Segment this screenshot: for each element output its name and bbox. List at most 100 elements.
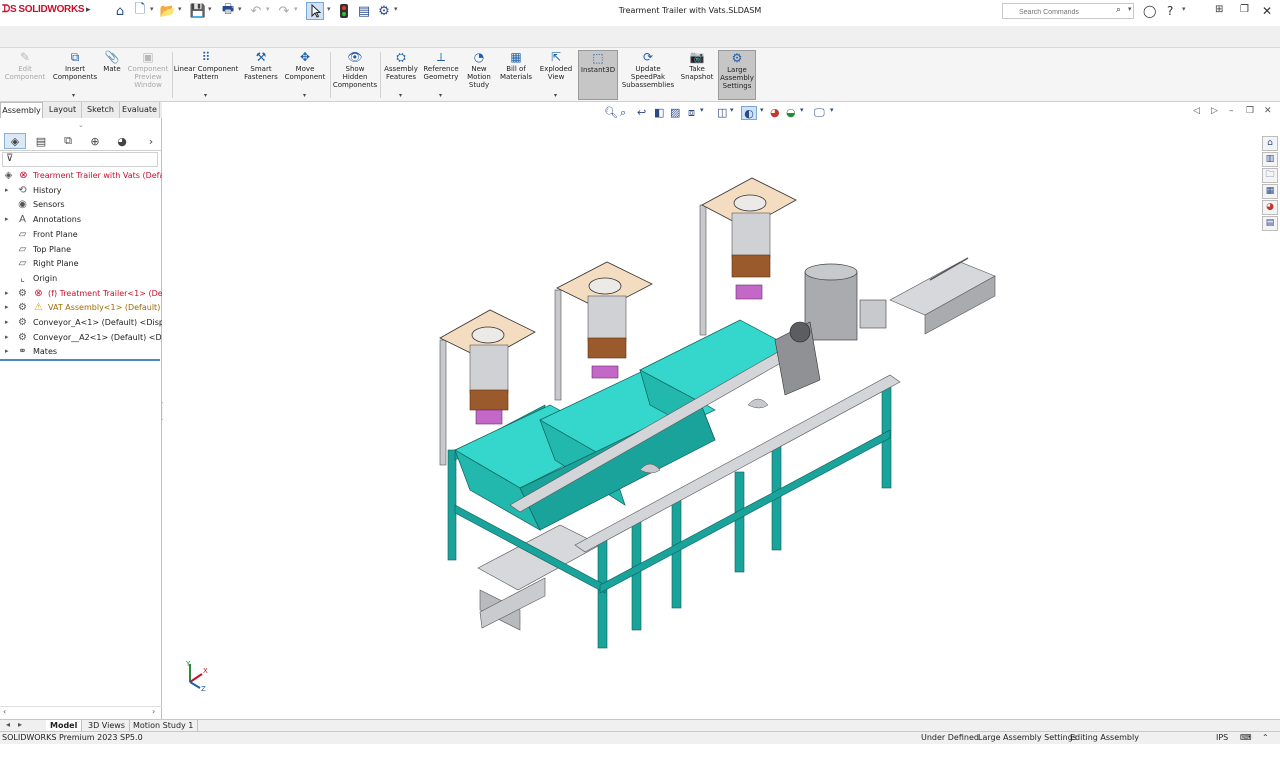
previous-view-icon[interactable]: ↩ — [637, 106, 646, 119]
hide-show-items-icon[interactable]: ◐ — [741, 106, 757, 120]
chevron-down-icon[interactable]: ▾ — [700, 106, 704, 114]
minimize-icon[interactable]: – — [1229, 106, 1234, 116]
tree-item[interactable]: ▸ ⚙ ⊗ (f) Treatment Trailer<1> (Default — [0, 286, 162, 301]
chevron-down-icon[interactable]: ▾ — [72, 92, 75, 99]
tree-item[interactable]: ▸ ⚙ ⚠ VAT Assembly<1> (Default) <D — [0, 300, 162, 315]
update-speedpak-button[interactable]: ⟳ Update SpeedPak Subassemblies — [620, 50, 676, 89]
quick-tips-icon[interactable]: ⌨ — [1240, 732, 1252, 744]
view-orientation-icon[interactable]: ⧈ — [688, 106, 695, 120]
move-component-button[interactable]: ✥ Move Component — [282, 50, 328, 81]
select-tool-button[interactable] — [306, 2, 324, 20]
chevron-down-icon[interactable]: ▾ — [830, 106, 834, 114]
large-assembly-status[interactable]: Large Assembly Settings — [978, 732, 1077, 744]
chevron-down-icon[interactable]: ▾ — [150, 5, 154, 13]
file-explorer-icon[interactable]: 🗀 — [1262, 168, 1278, 183]
tree-item[interactable]: ◉ Sensors — [0, 197, 162, 212]
chevron-down-icon[interactable]: ▾ — [266, 5, 270, 13]
tab-layout[interactable]: Layout — [44, 102, 82, 118]
display-manager-tab-icon[interactable]: ◕ — [111, 133, 133, 149]
chevron-down-icon[interactable]: ▾ — [294, 5, 298, 13]
property-manager-tab-icon[interactable]: ▤ — [30, 133, 52, 149]
view-palette-icon[interactable]: ▦ — [1262, 184, 1278, 199]
appearances-icon[interactable]: ◕ — [1262, 200, 1278, 215]
scroll-left-icon[interactable]: ‹ — [3, 707, 6, 716]
take-snapshot-button[interactable]: 📷 Take Snapshot — [678, 50, 716, 81]
large-assembly-settings-button[interactable]: ⚙ Large Assembly Settings — [718, 50, 756, 100]
save-icon[interactable]: 💾 — [190, 3, 206, 19]
chevron-down-icon[interactable]: ▾ — [204, 92, 207, 99]
chevron-down-icon[interactable]: ▾ — [760, 106, 764, 114]
custom-properties-icon[interactable]: ▤ — [1262, 216, 1278, 231]
mate-button[interactable]: 📎 Mate — [100, 50, 124, 73]
options-gear-icon[interactable]: ⚙ — [376, 3, 392, 19]
tree-item[interactable]: ▸ ⚭ Mates — [0, 344, 162, 359]
instant3d-button[interactable]: ⬚ Instant3D — [578, 50, 618, 100]
restore-icon[interactable]: ❐ — [1240, 4, 1249, 15]
tree-item[interactable]: ▸ ⚙ Conveyor_A<1> (Default) <Display S — [0, 315, 162, 330]
tree-expand-icon[interactable]: ▸ — [5, 286, 9, 301]
assembly-features-button[interactable]: ⛭ Assembly Features — [382, 50, 420, 81]
viewport-back-icon[interactable]: ◁ — [1193, 106, 1200, 116]
solidworks-logo[interactable]: ᗪS SOLIDWORKS — [2, 4, 85, 15]
chevron-down-icon[interactable]: ▾ — [394, 5, 398, 13]
tree-expand-icon[interactable]: ▸ — [5, 344, 9, 359]
graphics-area[interactable] — [163, 102, 1260, 719]
close-icon[interactable]: ✕ — [1262, 4, 1272, 18]
reference-geometry-button[interactable]: ⟂ Reference Geometry — [421, 50, 461, 81]
dimxpert-manager-tab-icon[interactable]: ⊕ — [84, 133, 106, 149]
chevron-down-icon[interactable]: ▾ — [1128, 5, 1132, 13]
chevron-down-icon[interactable]: ▾ — [1182, 5, 1186, 13]
tree-expand-icon[interactable]: ▸ — [5, 212, 9, 227]
tab-assembly[interactable]: Assembly — [0, 102, 43, 118]
tree-expand-icon[interactable]: ▸ — [5, 330, 9, 345]
search-icon[interactable]: ⌕ — [1116, 5, 1121, 15]
zoom-area-icon[interactable]: ⌕ — [620, 106, 626, 120]
status-expand-icon[interactable]: ⌃ — [1262, 732, 1269, 744]
tab-evaluate[interactable]: Evaluate — [120, 102, 160, 118]
tree-expand-icon[interactable]: ▸ — [5, 300, 9, 315]
tree-horizontal-scrollbar[interactable]: ‹ › — [0, 706, 162, 718]
redo-icon[interactable]: ↷ — [276, 3, 292, 19]
edit-appearance-icon[interactable]: ◕ — [770, 106, 780, 119]
tree-expand-icon[interactable]: ▸ — [5, 315, 9, 330]
tab-scroll-left-icon[interactable]: ◂ — [6, 720, 10, 729]
linear-component-pattern-button[interactable]: ⠿ Linear Component Pattern — [173, 50, 239, 81]
open-icon[interactable]: 📂 — [160, 3, 176, 19]
help-icon[interactable]: ? — [1167, 4, 1173, 18]
chevron-right-icon[interactable]: › — [140, 133, 162, 149]
tree-root-assembly[interactable]: ◈ ⊗ Trearment Trailer with Vats (Default) — [0, 168, 162, 183]
tree-item[interactable]: ▸ ⚙ Conveyor__A2<1> (Default) <Displa — [0, 330, 162, 345]
print-icon[interactable]: 🖶 — [220, 2, 236, 19]
user-account-icon[interactable]: ◯ — [1143, 4, 1156, 18]
tree-item[interactable]: ⌞ Origin — [0, 271, 162, 286]
panel-grip-icon[interactable]: ⌄ — [78, 121, 84, 129]
tab-sketch[interactable]: Sketch — [82, 102, 120, 118]
tree-item[interactable]: ▱ Front Plane — [0, 227, 162, 242]
maximize-icon[interactable]: ❐ — [1246, 106, 1254, 116]
viewport-forward-icon[interactable]: ▷ — [1211, 106, 1218, 116]
chevron-down-icon[interactable]: ▾ — [208, 5, 212, 13]
chevron-down-icon[interactable]: ▾ — [800, 106, 804, 114]
menu-expand-icon[interactable]: ▸ — [86, 5, 91, 15]
tree-item[interactable]: ▱ Top Plane — [0, 242, 162, 257]
chevron-down-icon[interactable]: ▾ — [554, 92, 557, 99]
file-properties-icon[interactable]: ▤ — [356, 3, 372, 19]
smart-fasteners-button[interactable]: ⚒ Smart Fasteners — [240, 50, 282, 81]
display-style-icon[interactable]: ◫ — [717, 106, 727, 119]
scroll-right-icon[interactable]: › — [152, 707, 155, 716]
feature-manager-tab-icon[interactable]: ◈ — [4, 133, 26, 149]
tree-item[interactable]: ▸ A Annotations — [0, 212, 162, 227]
component-preview-window-button[interactable]: ▣ Component Preview Window — [125, 50, 171, 89]
tab-scroll-right-icon[interactable]: ▸ — [18, 720, 22, 729]
tree-expand-icon[interactable]: ▸ — [5, 183, 9, 198]
tree-item[interactable]: ▱ Right Plane — [0, 256, 162, 271]
chevron-down-icon[interactable]: ▾ — [303, 92, 306, 99]
new-motion-study-button[interactable]: ◔ New Motion Study — [462, 50, 496, 89]
rollback-bar[interactable] — [0, 359, 160, 361]
configuration-manager-tab-icon[interactable]: ⧉ — [57, 133, 79, 149]
dynamic-annotation-icon[interactable]: ▨ — [670, 106, 680, 119]
bill-of-materials-button[interactable]: ▦ Bill of Materials — [497, 50, 535, 81]
design-library-icon[interactable]: ▥ — [1262, 152, 1278, 167]
home-icon[interactable]: ⌂ — [112, 3, 128, 19]
tile-windows-icon[interactable]: ⊞ — [1215, 4, 1223, 15]
